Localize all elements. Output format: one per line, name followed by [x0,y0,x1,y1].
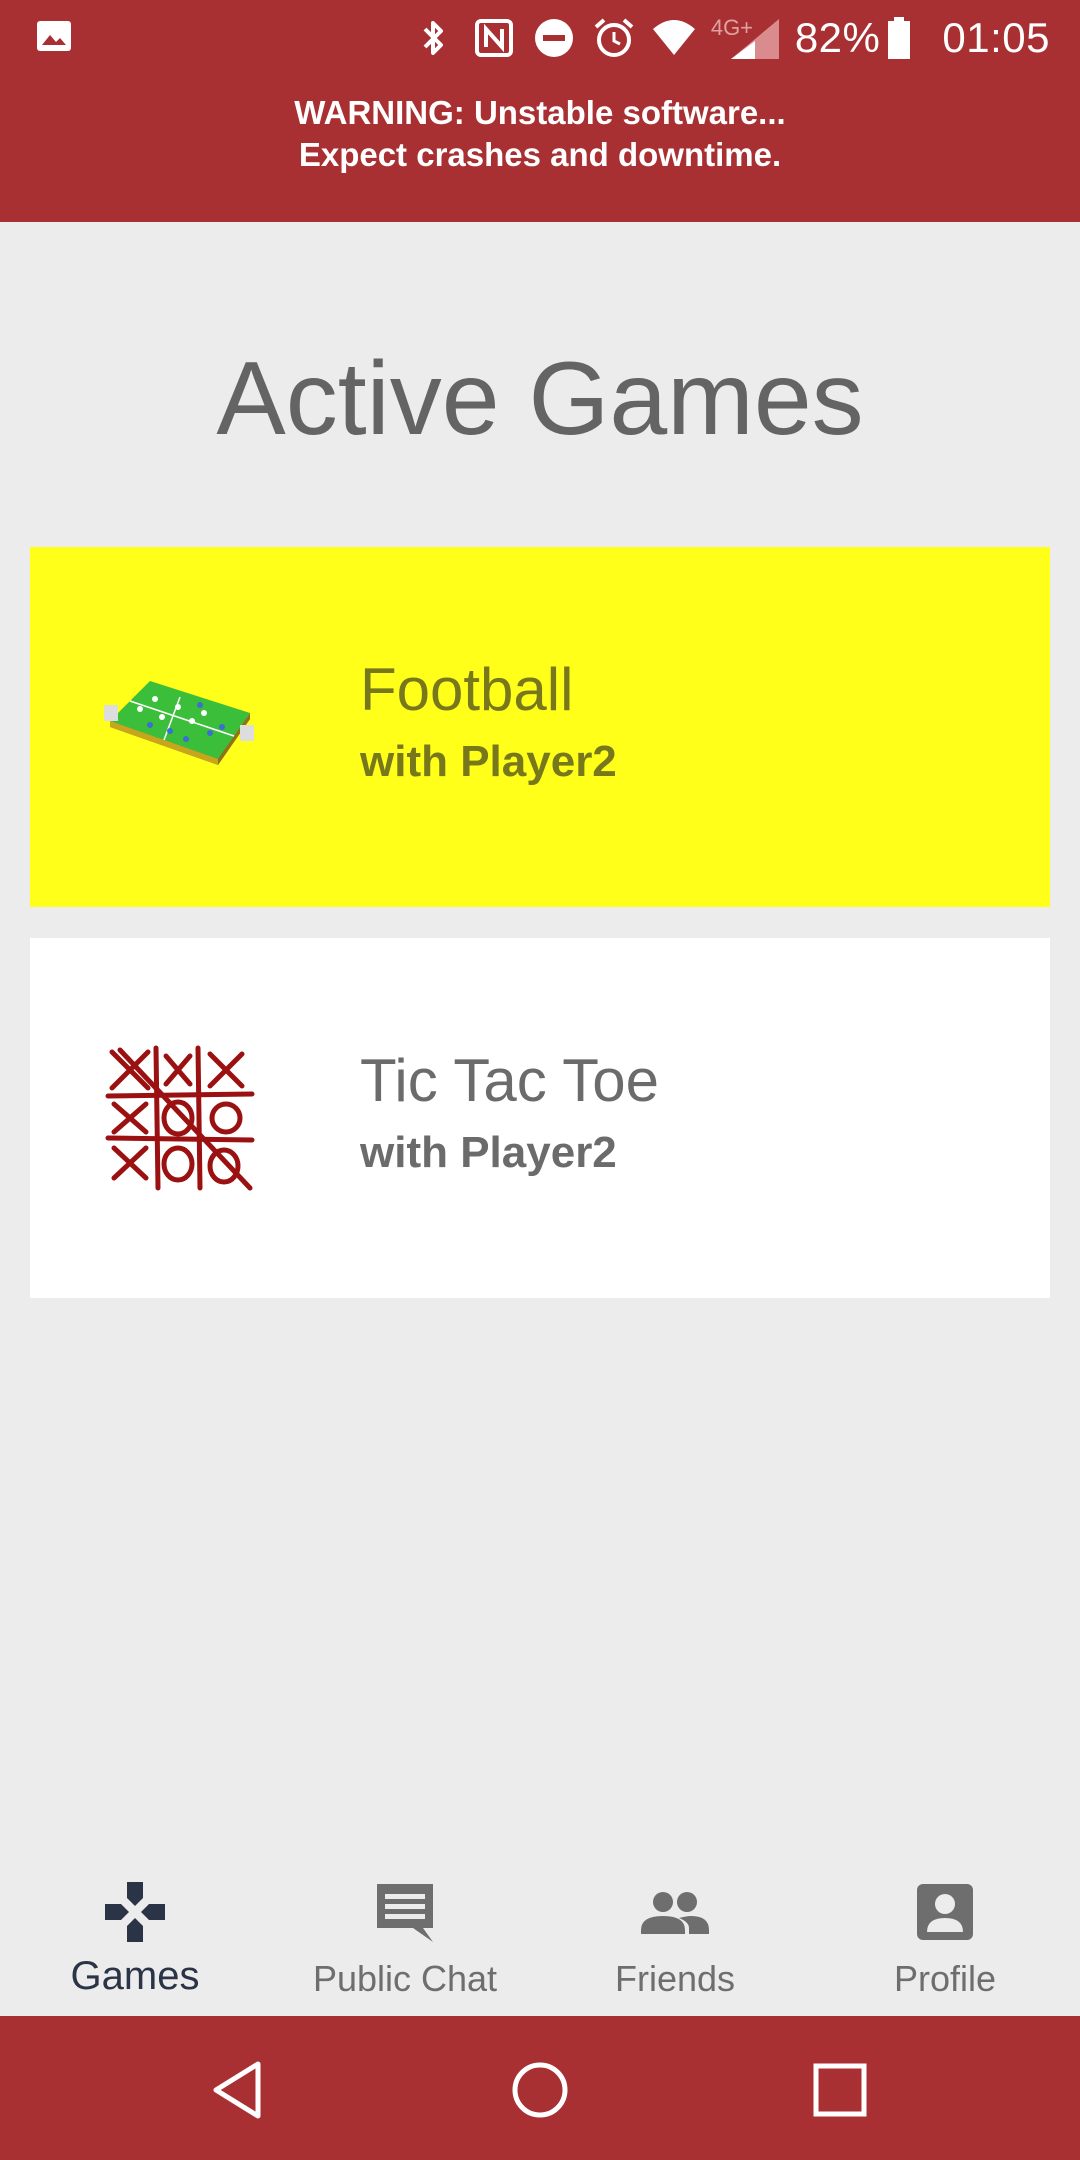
bottom-navigation: Games Public Chat Friends Profile [0,1850,1080,2016]
warning-line-2: Expect crashes and downtime. [298,136,782,173]
nav-item-public-chat[interactable]: Public Chat [270,1850,540,2016]
football-field-icon [104,681,254,765]
tic-tac-toe-icon [105,1045,255,1191]
nav-label-public-chat: Public Chat [312,1958,498,1999]
nfc-icon [474,19,513,57]
image-icon [37,21,71,51]
game-name: Football [360,656,574,723]
nav-item-games[interactable]: Games [0,1850,270,2016]
recents-icon[interactable] [808,2058,872,2122]
warning-banner: WARNING: Unstable software... Expect cra… [0,92,1080,176]
do-not-disturb-icon [534,19,573,57]
game-opponent: with Player2 [360,737,617,786]
alarm-icon [594,18,634,57]
bluetooth-icon [423,21,443,55]
nav-item-friends[interactable]: Friends [540,1850,810,2016]
game-opponent: with Player2 [360,1128,617,1177]
game-name: Tic Tac Toe [360,1047,660,1114]
home-icon[interactable] [508,2058,572,2122]
gamepad-icon [105,1882,165,1942]
wifi-icon [652,20,695,55]
system-navigation-bar [0,2016,1080,2160]
nav-item-profile[interactable]: Profile [810,1850,1080,2016]
signal-icon: 4G+ [711,15,781,61]
warning-line-1: WARNING: Unstable software... [294,94,786,131]
battery-percent: 82% [794,14,881,61]
profile-icon [917,1884,973,1940]
back-icon[interactable] [208,2058,272,2122]
page-title: Active Games [216,341,864,457]
game-card-tic-tac-toe[interactable]: Tic Tac Toe with Player2 [30,938,1050,1298]
app-header: 4G+ 82% 01:05 WARNING: Unstable software… [0,0,1080,222]
status-bar: 4G+ 82% 01:05 [0,0,1080,74]
battery-icon [888,17,911,59]
chat-icon [377,1884,433,1942]
game-card-football[interactable]: Football with Player2 [30,547,1050,907]
nav-label-friends: Friends [614,1958,736,1999]
clock: 01:05 [942,14,1050,61]
friends-icon [641,1892,709,1934]
nav-label-games: Games [70,1954,200,1998]
nav-label-profile: Profile [893,1958,997,1999]
